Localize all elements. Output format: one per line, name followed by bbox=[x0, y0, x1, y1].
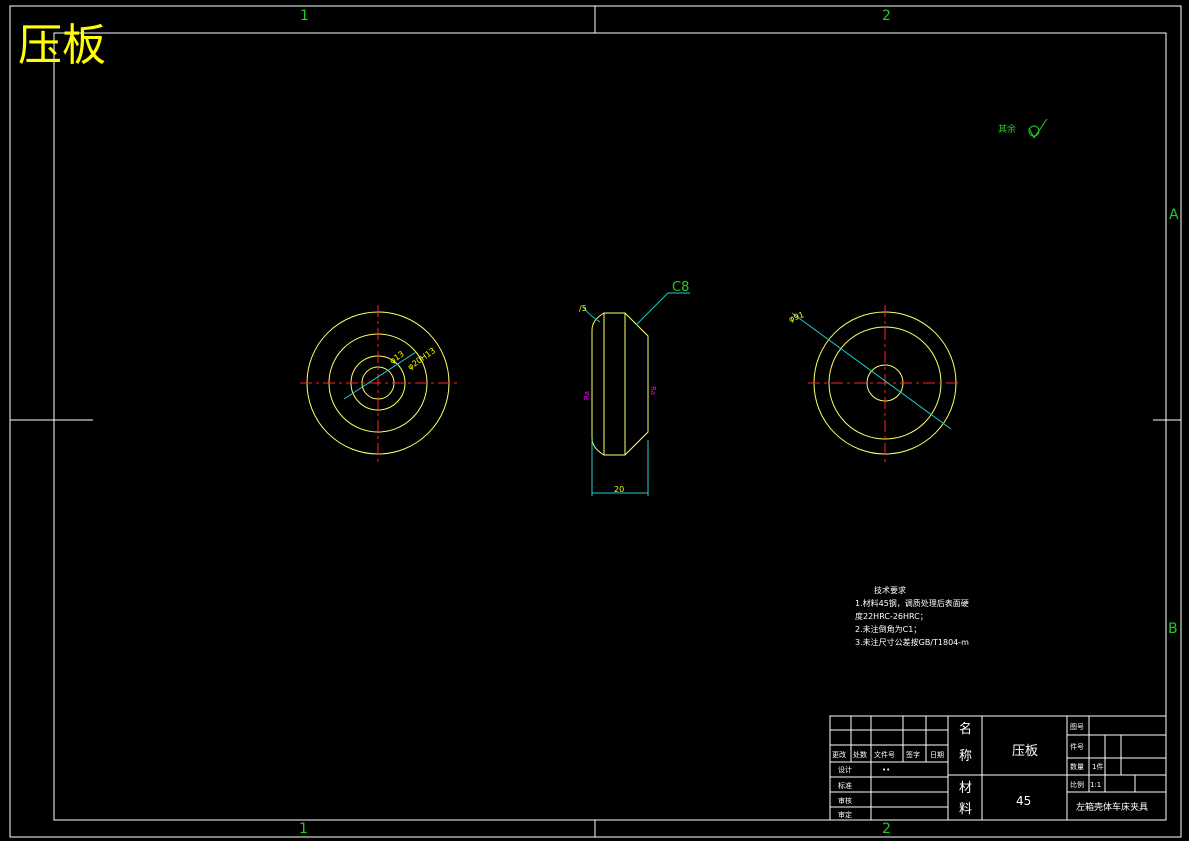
zone-top-1: 1 bbox=[300, 8, 309, 24]
rev-header-sign: 签字 bbox=[906, 750, 920, 759]
side-left-tol: Ra bbox=[583, 391, 591, 400]
part-name: 压板 bbox=[1012, 744, 1038, 759]
surface-finish-note: 其余 bbox=[998, 118, 1048, 139]
quantity-value: 1件 bbox=[1092, 762, 1103, 771]
material-label-2: 料 bbox=[959, 802, 972, 817]
row-review: 审核 bbox=[838, 796, 852, 805]
tech-line-3: 2.未注倒角为C1； bbox=[855, 624, 921, 634]
rev-header-change: 更改 bbox=[832, 750, 846, 759]
row-approve: 审定 bbox=[838, 810, 852, 819]
name-label-1: 名 bbox=[959, 721, 972, 737]
page-title: 压板 bbox=[18, 20, 106, 71]
item-no-label: 件号 bbox=[1070, 742, 1084, 751]
zone-bottom-1: 1 bbox=[299, 821, 308, 837]
side-view: 20 C8 ∕5 Ra Ra bbox=[579, 280, 690, 496]
right-view: φ91 bbox=[788, 305, 962, 463]
left-dim-outer: φ20H13 bbox=[406, 346, 437, 372]
tech-line-4: 3.未注尺寸公差按GB/T1804-m bbox=[855, 637, 969, 647]
row-design: 设计 bbox=[838, 765, 852, 774]
tech-heading: 技术要求 bbox=[874, 585, 906, 595]
left-view: φ13 φ20H13 bbox=[300, 305, 458, 463]
title-block: 更改 处数 文件号 签字 日期 设计 •• 标准 审核 审定 图号 件号 数量 … bbox=[829, 715, 1167, 821]
zone-top-2: 2 bbox=[882, 8, 891, 24]
rev-header-count: 处数 bbox=[853, 750, 867, 759]
zone-right-b: B bbox=[1168, 621, 1178, 637]
material-label-1: 材 bbox=[959, 781, 972, 796]
tech-line-1: 1.材料45钢，调质处理后表面硬 bbox=[855, 598, 969, 608]
cad-drawing: 1 2 1 2 A B 压板 其余 φ13 φ20H13 20 C8 ∕5 Ra… bbox=[9, 5, 1182, 838]
name-label-2: 称 bbox=[959, 749, 972, 764]
right-dim-diameter: φ91 bbox=[788, 310, 806, 324]
designer-mark: •• bbox=[882, 766, 890, 774]
drawing-no-label: 图号 bbox=[1070, 723, 1084, 731]
rev-header-date: 日期 bbox=[930, 751, 944, 759]
material-value: 45 bbox=[1016, 794, 1031, 808]
scale-value: 1:1 bbox=[1090, 781, 1101, 789]
project-name: 左箱壳体车床夹具 bbox=[1076, 801, 1148, 813]
side-angle-label: ∕5 bbox=[579, 304, 587, 313]
surface-finish-text: 其余 bbox=[998, 123, 1016, 135]
row-standard: 标准 bbox=[838, 781, 852, 790]
zone-right-a: A bbox=[1169, 207, 1179, 223]
zone-bottom-2: 2 bbox=[882, 821, 891, 837]
surface-finish-icon bbox=[1028, 118, 1048, 139]
side-width-dim: 20 bbox=[614, 485, 624, 494]
rev-header-file: 文件号 bbox=[874, 750, 895, 759]
quantity-label: 数量 bbox=[1070, 762, 1084, 771]
tech-line-2: 度22HRC-26HRC； bbox=[855, 611, 928, 621]
side-right-tol: Ra bbox=[649, 386, 657, 395]
tech-requirements: 技术要求 1.材料45钢，调质处理后表面硬 度22HRC-26HRC； 2.未注… bbox=[855, 585, 969, 647]
side-chamfer-label: C8 bbox=[672, 280, 689, 295]
zone-labels: 1 2 1 2 A B bbox=[299, 8, 1179, 837]
scale-label: 比例 bbox=[1070, 780, 1084, 789]
